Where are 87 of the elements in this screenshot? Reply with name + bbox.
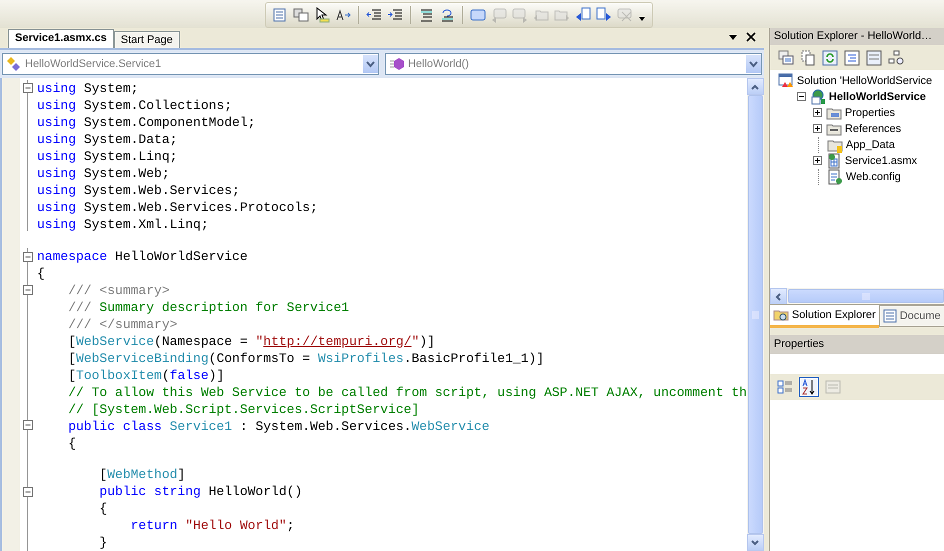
next-document-icon[interactable]: [596, 7, 612, 23]
code-line: using System.Web.Services;: [37, 182, 240, 199]
code-line: [WebServiceBinding(ConformsTo = WsiProfiles.BasicProfile1_1)]: [67, 350, 544, 366]
code-line: using System.Collections;: [37, 97, 232, 114]
list-icon[interactable]: [272, 7, 288, 23]
editor-tab[interactable]: Start Page: [114, 31, 180, 48]
code-line: using System.Data;: [37, 131, 178, 148]
close-icon[interactable]: [746, 32, 756, 42]
previous-document-icon[interactable]: [575, 7, 591, 23]
collapse-icon[interactable]: [22, 252, 32, 262]
scrollbar-thumb[interactable]: [788, 289, 944, 303]
show-files-icon[interactable]: [800, 50, 816, 66]
pane-title: Solution Explorer - HelloWorld…: [770, 28, 944, 45]
code-line: using System.Web.Services.Protocols;: [37, 199, 318, 216]
properties-icon[interactable]: [778, 50, 794, 66]
code-line: [ToolboxItem(false)]: [67, 366, 224, 384]
tree-item[interactable]: Web.config: [846, 171, 901, 183]
code-line: using System.Web;: [37, 165, 170, 182]
dropdown-icon[interactable]: [728, 32, 738, 42]
code-line: /// Summary description for Service1: [67, 298, 350, 316]
type-dropdown[interactable]: HelloWorldService.Service1: [2, 53, 379, 75]
document-icon: [882, 309, 897, 323]
code-line: /// <summary>: [67, 282, 170, 298]
method-icon: [388, 56, 405, 72]
grip-icon: [862, 292, 870, 300]
font-icon[interactable]: [335, 7, 351, 23]
pane-tab[interactable]: Solution Explorer: [770, 305, 879, 328]
code-line: // To allow this Web Service to be called from script, using ASP.NET AJAX, uncomment th: [67, 384, 747, 400]
code-line: using System.Xml.Linq;: [37, 216, 209, 233]
scroll-down-button[interactable]: [746, 534, 764, 551]
member-dropdown[interactable]: HelloWorld(): [384, 53, 762, 75]
type-name: HelloWorldService.Service1: [25, 58, 162, 70]
grip-icon: [752, 310, 759, 318]
collapse-icon[interactable]: [22, 487, 32, 498]
project-icon: [810, 89, 826, 105]
tree-item[interactable]: Properties: [844, 107, 896, 119]
code-line: public string HelloWorld(): [98, 483, 302, 500]
windows-icon[interactable]: [293, 7, 309, 23]
code-line: using System.Linq;: [37, 148, 178, 165]
chevron-down-icon[interactable]: [366, 60, 375, 68]
editor-tab[interactable]: Service1.asmx.cs: [8, 29, 114, 48]
pointer-icon[interactable]: [314, 7, 330, 23]
code-line: using System;: [37, 80, 138, 97]
code-line: /// </summary>: [67, 316, 178, 332]
code-line: [WebService(Namespace = "http://tempuri.org/")]: [67, 332, 435, 350]
code-view-icon[interactable]: [844, 50, 860, 66]
code-line: }: [98, 534, 108, 551]
comment-lines-icon[interactable]: [418, 7, 434, 23]
code-line: // [System.Web.Script.Services.ScriptService]: [67, 400, 420, 418]
collapse-icon[interactable]: [22, 285, 32, 296]
code-line: {: [98, 500, 108, 517]
tab-label: Docume: [900, 310, 941, 322]
tree-item[interactable]: HelloWorldService: [828, 91, 926, 103]
class-diagram-icon[interactable]: [888, 50, 904, 66]
tab-label: Solution Explorer: [792, 309, 876, 321]
solution-icon: [778, 73, 794, 89]
chevron-left-icon: [775, 292, 782, 300]
collapse-icon[interactable]: [22, 420, 32, 430]
scrollbar-thumb[interactable]: [748, 95, 763, 534]
chevron-down-icon[interactable]: [748, 60, 758, 68]
designer-icon[interactable]: [866, 50, 882, 66]
collapse-icon[interactable]: [22, 83, 32, 94]
web-service-file-icon: [826, 153, 842, 169]
code-line: {: [37, 264, 45, 282]
bookmark-icon[interactable]: [470, 7, 486, 23]
code-line: public class Service1 : System.Web.Services.WebService: [67, 418, 490, 434]
tree-item[interactable]: App_Data: [846, 139, 895, 151]
code-line: [WebMethod]: [98, 466, 186, 483]
tree-item[interactable]: Service1.asmx: [844, 155, 918, 167]
member-name: HelloWorld(): [408, 58, 469, 70]
tree-item[interactable]: References: [844, 123, 902, 135]
pane-tab[interactable]: Docume: [878, 305, 944, 327]
code-line: using System.ComponentModel;: [37, 114, 256, 131]
chevron-down-icon: [751, 540, 760, 546]
pane-title: Properties: [770, 335, 944, 354]
scroll-up-button[interactable]: [746, 78, 764, 95]
scroll-left-button[interactable]: [770, 288, 787, 305]
alphabetical-sort-button[interactable]: [798, 377, 819, 397]
class-icon: [6, 56, 22, 72]
uncomment-lines-icon[interactable]: [439, 7, 455, 23]
code-line: namespace HelloWorldService: [37, 248, 248, 264]
chevron-up-icon: [751, 84, 760, 90]
code-line: return "Hello World";: [130, 517, 294, 534]
refresh-icon[interactable]: [822, 50, 838, 66]
config-file-icon: [826, 169, 843, 185]
tree-item[interactable]: Solution 'HelloWorldService: [796, 75, 932, 87]
code-line: {: [67, 434, 76, 452]
